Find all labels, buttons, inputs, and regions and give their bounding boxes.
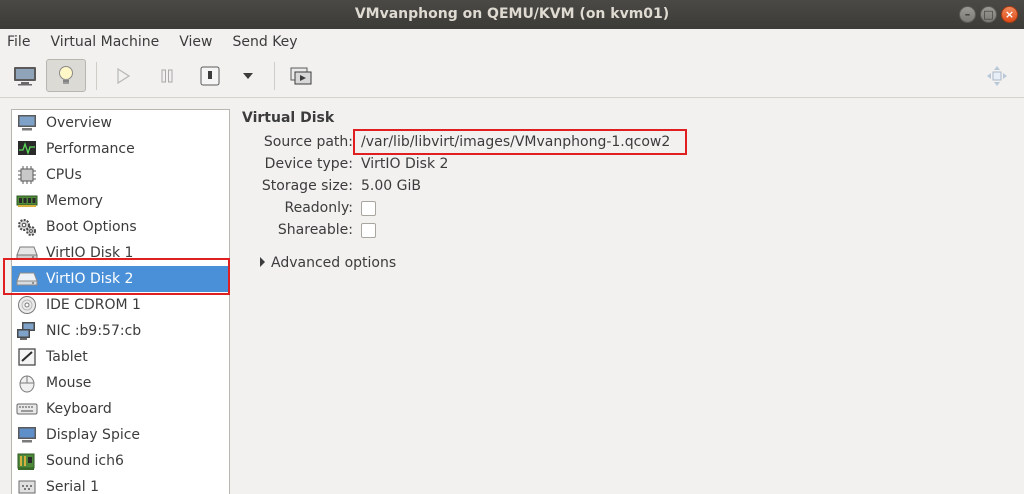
sidebar-item-memory[interactable]: Memory — [12, 188, 229, 214]
advanced-options-expander[interactable]: Advanced options — [260, 255, 396, 271]
console-button[interactable] — [5, 59, 45, 92]
sound-icon — [16, 450, 38, 472]
shutdown-button[interactable] — [190, 59, 230, 92]
cdrom-icon — [16, 294, 38, 316]
performance-icon — [16, 138, 38, 160]
pause-icon — [161, 69, 173, 82]
readonly-row: Readonly: — [242, 200, 702, 220]
console-icon — [14, 66, 36, 85]
storage-size-label: Storage size: — [261, 178, 353, 194]
sidebar-item-boot-options[interactable]: Boot Options — [12, 214, 229, 240]
menubar: File Virtual Machine View Send Key — [0, 29, 1024, 54]
sidebar-item-label: Serial 1 — [46, 479, 99, 494]
sidebar-item-label: Sound ich6 — [46, 453, 124, 469]
sidebar-item-serial-1[interactable]: Serial 1 — [12, 474, 229, 494]
details-lightbulb-icon — [59, 65, 73, 84]
sidebar-item-label: Tablet — [46, 349, 88, 365]
sidebar-item-display-spice[interactable]: Display Spice — [12, 422, 229, 448]
menu-virtual-machine[interactable]: Virtual Machine — [50, 34, 167, 50]
close-button[interactable]: × — [1001, 6, 1018, 23]
sidebar-item-keyboard[interactable]: Keyboard — [12, 396, 229, 422]
cpu-icon — [16, 164, 38, 186]
shareable-label: Shareable: — [277, 222, 353, 238]
tablet-icon — [16, 346, 38, 368]
toolbar-separator — [274, 62, 275, 90]
hardware-list: Overview Performance CPUs Memory Boot Op… — [11, 109, 230, 494]
sidebar-item-label: Mouse — [46, 375, 92, 391]
sidebar-item-label: NIC :b9:57:cb — [46, 323, 142, 339]
sidebar-item-label: VirtIO Disk 2 — [46, 271, 134, 287]
snapshot-icon — [290, 67, 312, 84]
pause-button[interactable] — [147, 59, 187, 92]
sidebar-item-virtio-disk-1[interactable]: VirtIO Disk 1 — [12, 240, 229, 266]
storage-size-row: Storage size: 5.00 GiB — [242, 178, 702, 198]
run-button[interactable] — [103, 59, 143, 92]
minimize-button[interactable]: – — [959, 6, 976, 23]
toolbar — [0, 54, 1024, 98]
snapshot-button[interactable] — [281, 59, 321, 92]
window-titlebar: VMvanphong on QEMU/KVM (on kvm01) – □ × — [0, 0, 1024, 29]
expander-arrow-icon — [260, 257, 265, 267]
storage-size-value: 5.00 GiB — [361, 178, 421, 194]
sidebar-item-label: Memory — [46, 193, 103, 209]
toolbar-separator — [96, 62, 97, 90]
window-controls: – □ × — [959, 6, 1018, 23]
run-icon — [117, 67, 130, 84]
display-icon — [16, 424, 38, 446]
sidebar-item-label: Overview — [46, 115, 112, 131]
menu-file[interactable]: File — [7, 34, 38, 50]
source-path-label: Source path: — [263, 134, 353, 150]
shareable-row: Shareable: — [242, 222, 702, 242]
menu-view[interactable]: View — [179, 34, 220, 50]
sidebar-item-tablet[interactable]: Tablet — [12, 344, 229, 370]
sidebar-item-virtio-disk-2[interactable]: VirtIO Disk 2 — [12, 266, 229, 292]
sidebar-item-mouse[interactable]: Mouse — [12, 370, 229, 396]
sidebar-item-label: Boot Options — [46, 219, 137, 235]
sidebar-item-label: Keyboard — [46, 401, 112, 417]
sidebar-item-label: CPUs — [46, 167, 82, 183]
disk-icon — [16, 242, 38, 264]
advanced-options-label: Advanced options — [271, 255, 397, 271]
sidebar-item-overview[interactable]: Overview — [12, 110, 229, 136]
sidebar-item-label: Performance — [46, 141, 135, 157]
section-title: Virtual Disk — [242, 110, 335, 126]
fullscreen-button[interactable] — [977, 59, 1017, 92]
details-button[interactable] — [46, 59, 86, 92]
source-path-row: Source path: /var/lib/libvirt/images/VMv… — [242, 134, 702, 154]
device-type-row: Device type: VirtIO Disk 2 — [242, 156, 702, 176]
sidebar-item-label: VirtIO Disk 1 — [46, 245, 134, 261]
readonly-label: Readonly: — [284, 200, 354, 216]
sidebar-item-label: IDE CDROM 1 — [46, 297, 141, 313]
shutdown-icon — [200, 66, 220, 85]
device-type-value: VirtIO Disk 2 — [361, 156, 449, 172]
fullscreen-icon — [987, 65, 1007, 86]
keyboard-icon — [16, 398, 38, 420]
sidebar-item-cpus[interactable]: CPUs — [12, 162, 229, 188]
sidebar-item-performance[interactable]: Performance — [12, 136, 229, 162]
mouse-icon — [16, 372, 38, 394]
shutdown-dropdown[interactable] — [228, 59, 268, 92]
memory-icon — [16, 190, 38, 212]
monitor-icon — [16, 112, 38, 134]
shareable-checkbox[interactable] — [361, 223, 376, 238]
source-path-value[interactable]: /var/lib/libvirt/images/VMvanphong-1.qco… — [361, 134, 670, 150]
disk-icon — [16, 268, 38, 290]
dropdown-arrow-icon — [243, 72, 253, 79]
sidebar-item-nic[interactable]: NIC :b9:57:cb — [12, 318, 229, 344]
serial-icon — [16, 476, 38, 494]
menu-send-key[interactable]: Send Key — [232, 34, 305, 50]
network-icon — [16, 320, 38, 342]
readonly-checkbox[interactable] — [361, 201, 376, 216]
gears-icon — [16, 216, 38, 238]
maximize-button[interactable]: □ — [980, 6, 997, 23]
device-type-label: Device type: — [264, 156, 353, 172]
sidebar-item-ide-cdrom-1[interactable]: IDE CDROM 1 — [12, 292, 229, 318]
sidebar-item-sound-ich6[interactable]: Sound ich6 — [12, 448, 229, 474]
window-title: VMvanphong on QEMU/KVM (on kvm01) — [354, 6, 670, 22]
sidebar-item-label: Display Spice — [46, 427, 141, 443]
